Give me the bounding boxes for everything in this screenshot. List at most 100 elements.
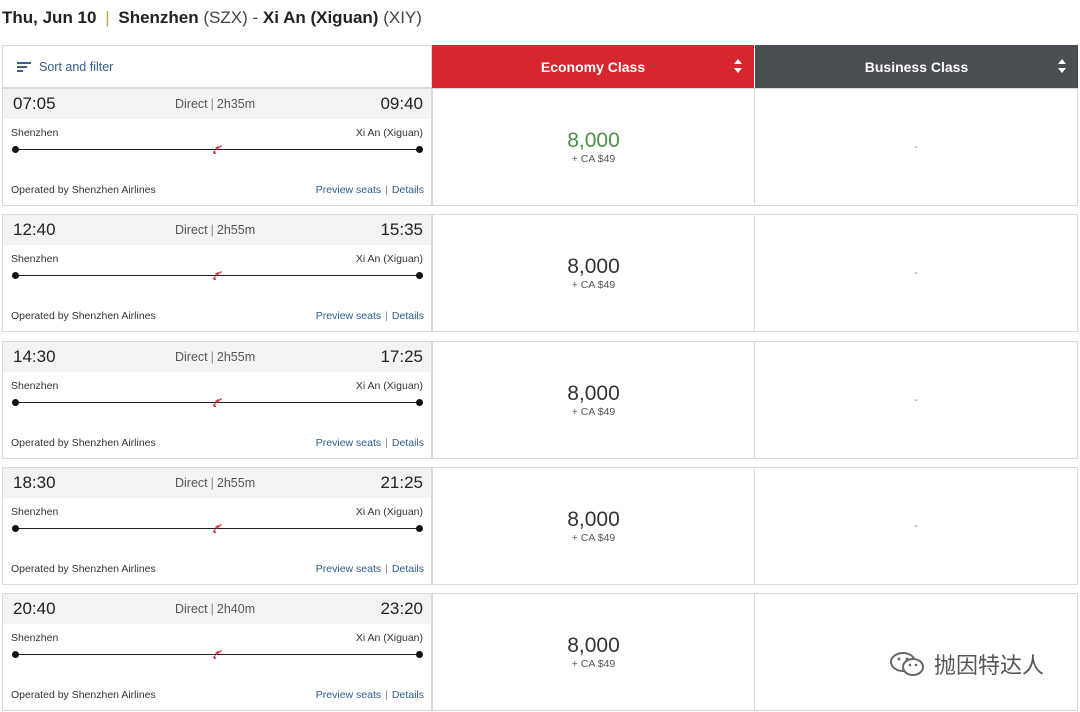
flight-stops: Direct | 2h40m	[175, 602, 255, 616]
flight-info: 18:30 Direct | 2h55m 21:25 Shenzhen Xi An (Xig…	[2, 467, 432, 585]
departure-time: 18:30	[13, 473, 56, 492]
flight-info: 14:30 Direct | 2h55m 17:25 Shenzhen Xi An (Xig…	[2, 341, 432, 459]
flight-row: 07:05 Direct | 2h35m 09:40 Shenzhen Xi An (Xig…	[2, 88, 1078, 206]
stops-separator: |	[210, 350, 214, 364]
destination-dot-icon	[416, 651, 423, 658]
business-unavailable: -	[914, 394, 918, 406]
business-class-label: Business Class	[864, 58, 969, 75]
flight-row: 14:30 Direct | 2h55m 17:25 Shenzhen Xi An (Xig…	[2, 341, 1078, 459]
links-separator: |	[385, 437, 388, 449]
departure-time: 07:05	[13, 94, 56, 113]
dest-code: (XIY)	[383, 8, 422, 27]
origin-city: Shenzhen	[118, 8, 199, 27]
filter-lines-icon	[17, 61, 31, 73]
economy-class-header[interactable]: Economy Class	[432, 45, 754, 88]
destination-dot-icon	[416, 399, 423, 406]
links-separator: |	[385, 689, 388, 701]
flight-duration: 2h40m	[216, 602, 256, 616]
route-header: Thu, Jun 10 | Shenzhen (SZX) - Xi An (Xi…	[2, 8, 422, 34]
destination-label: Xi An (Xiguan)	[355, 380, 423, 392]
destination-label: Xi An (Xiguan)	[355, 632, 423, 644]
economy-fare-cell[interactable]: 8,000 + CA $49	[432, 88, 755, 206]
results-panel: Sort and filter Economy Class Business C…	[2, 45, 1078, 711]
destination-label: Xi An (Xiguan)	[355, 253, 423, 265]
operator-text: Operated by Shenzhen Airlines	[11, 184, 156, 196]
preview-seats-link[interactable]: Preview seats	[316, 563, 381, 575]
flight-links: Preview seats | Details	[316, 689, 424, 701]
details-link[interactable]: Details	[392, 184, 424, 196]
header-separator: |	[105, 8, 110, 27]
sort-filter-button[interactable]: Sort and filter	[2, 45, 432, 88]
economy-fare-cell[interactable]: 8,000 + CA $49	[432, 593, 755, 711]
flight-duration: 2h35m	[216, 97, 256, 111]
preview-seats-link[interactable]: Preview seats	[316, 184, 381, 196]
plane-icon	[211, 647, 223, 659]
operator-text: Operated by Shenzhen Airlines	[11, 310, 156, 322]
links-separator: |	[385, 184, 388, 196]
economy-tax: + CA $49	[571, 279, 616, 291]
stops-separator: |	[210, 476, 214, 490]
flight-stops: Direct | 2h55m	[175, 476, 255, 490]
details-link[interactable]: Details	[392, 437, 424, 449]
economy-miles: 8,000	[567, 634, 620, 657]
flight-stops: Direct | 2h55m	[175, 223, 255, 237]
flight-info: 12:40 Direct | 2h55m 15:35 Shenzhen Xi An (Xig…	[2, 214, 432, 332]
economy-tax: + CA $49	[571, 406, 616, 418]
origin-label: Shenzhen	[11, 253, 59, 265]
column-header-row: Sort and filter Economy Class Business C…	[2, 45, 1078, 88]
route-dash: -	[252, 8, 259, 27]
origin-label: Shenzhen	[11, 632, 59, 644]
details-link[interactable]: Details	[392, 563, 424, 575]
arrival-time: 23:20	[380, 599, 423, 618]
flight-stops: Direct | 2h35m	[175, 97, 255, 111]
business-fare-cell: -	[755, 341, 1078, 459]
origin-dot-icon	[12, 399, 19, 406]
flight-duration: 2h55m	[216, 476, 256, 490]
economy-tax: + CA $49	[571, 153, 616, 165]
business-fare-cell: -	[755, 88, 1078, 206]
preview-seats-link[interactable]: Preview seats	[316, 310, 381, 322]
plane-icon	[211, 268, 223, 280]
preview-seats-link[interactable]: Preview seats	[316, 689, 381, 701]
sort-arrows-icon	[1058, 59, 1066, 73]
stops-separator: |	[210, 223, 214, 237]
flight-stops: Direct | 2h55m	[175, 350, 255, 364]
operator-text: Operated by Shenzhen Airlines	[11, 689, 156, 701]
business-unavailable: -	[914, 267, 918, 279]
flight-duration: 2h55m	[216, 350, 256, 364]
origin-code: (SZX)	[203, 8, 248, 27]
stop-type: Direct	[175, 476, 208, 490]
sort-filter-label: Sort and filter	[39, 59, 114, 74]
business-fare-cell: -	[755, 214, 1078, 332]
economy-miles: 8,000	[567, 508, 620, 531]
flight-row: 18:30 Direct | 2h55m 21:25 Shenzhen Xi An (Xig…	[2, 467, 1078, 585]
economy-tax: + CA $49	[571, 658, 616, 670]
economy-fare-cell[interactable]: 8,000 + CA $49	[432, 214, 755, 332]
business-unavailable: -	[914, 520, 918, 532]
economy-fare-cell[interactable]: 8,000 + CA $49	[432, 341, 755, 459]
wechat-icon	[889, 652, 924, 676]
flight-info: 20:40 Direct | 2h40m 23:20 Shenzhen Xi An (Xig…	[2, 593, 432, 711]
stop-type: Direct	[175, 97, 208, 111]
preview-seats-link[interactable]: Preview seats	[316, 437, 381, 449]
destination-dot-icon	[416, 525, 423, 532]
plane-icon	[211, 395, 223, 407]
arrival-time: 09:40	[380, 94, 423, 113]
destination-label: Xi An (Xiguan)	[355, 506, 423, 518]
departure-time: 14:30	[13, 347, 56, 366]
flight-links: Preview seats | Details	[316, 563, 424, 575]
origin-label: Shenzhen	[11, 380, 59, 392]
links-separator: |	[385, 563, 388, 575]
economy-miles: 8,000	[567, 255, 620, 278]
origin-dot-icon	[12, 651, 19, 658]
flight-links: Preview seats | Details	[316, 184, 424, 196]
details-link[interactable]: Details	[392, 310, 424, 322]
destination-label: Xi An (Xiguan)	[355, 127, 423, 139]
business-class-header[interactable]: Business Class	[755, 45, 1078, 88]
arrival-time: 17:25	[380, 347, 423, 366]
flight-date: Thu, Jun 10	[2, 8, 97, 27]
economy-fare-cell[interactable]: 8,000 + CA $49	[432, 467, 755, 585]
economy-class-label: Economy Class	[540, 58, 646, 75]
stop-type: Direct	[175, 602, 208, 616]
details-link[interactable]: Details	[392, 689, 424, 701]
